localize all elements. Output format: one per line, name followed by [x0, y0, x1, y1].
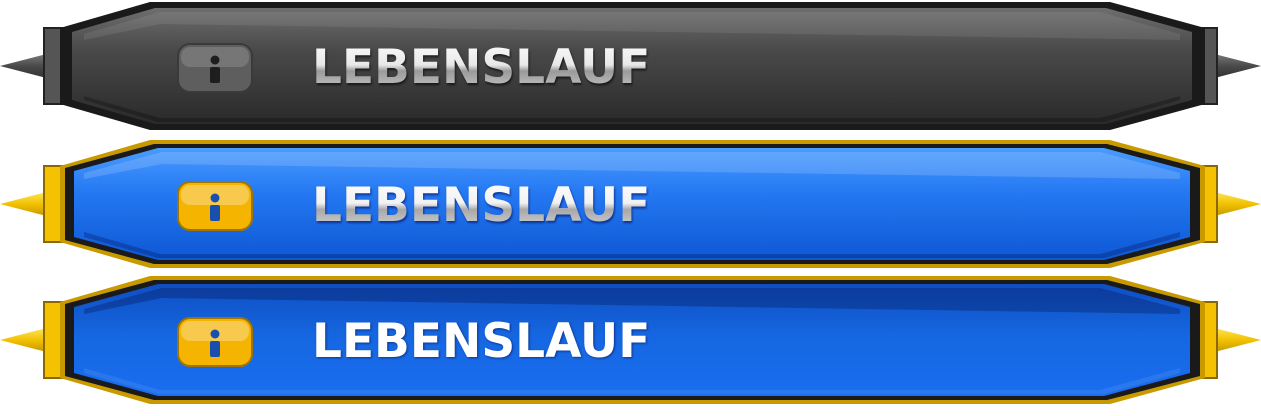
- menu-item-lebenslauf-active[interactable]: LEBENSLAUF: [0, 274, 1261, 406]
- menu-item-lebenslauf-normal[interactable]: LEBENSLAUF: [0, 0, 1261, 132]
- menu-item-label: LEBENSLAUF: [312, 38, 650, 98]
- person-info-icon: [177, 181, 253, 231]
- menu-item-label: LEBENSLAUF: [312, 314, 651, 369]
- info-badge: [177, 181, 253, 231]
- person-info-icon: [177, 43, 253, 93]
- info-badge: [177, 317, 253, 367]
- info-badge: [177, 43, 253, 93]
- menu-item-lebenslauf-hover[interactable]: LEBENSLAUF: [0, 138, 1261, 270]
- menu-item-label: LEBENSLAUF: [312, 176, 650, 236]
- person-info-icon: [177, 317, 253, 367]
